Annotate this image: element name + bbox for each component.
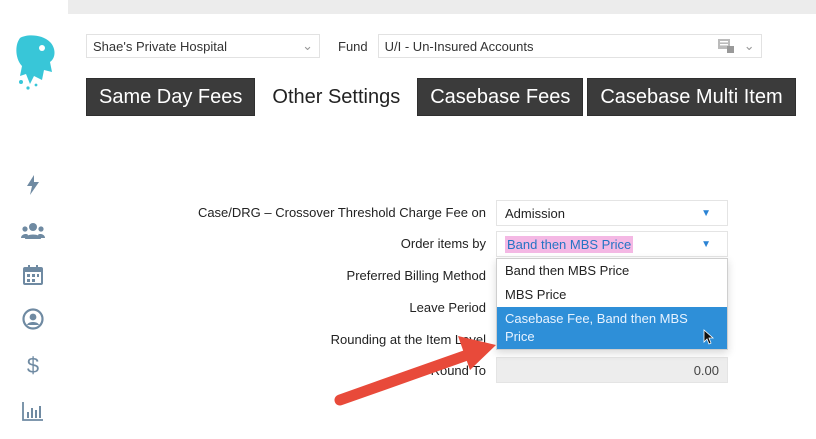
dropdown-option-band-then-mbs[interactable]: Band then MBS Price (497, 259, 727, 283)
crossover-select[interactable]: Admission ▼ (496, 200, 728, 226)
lightning-icon[interactable] (20, 172, 46, 198)
dollar-icon[interactable]: $ (20, 352, 46, 378)
dropdown-option-casebase-fee[interactable]: Casebase Fee, Band then MBS Price (497, 307, 727, 349)
svg-text:$: $ (27, 353, 39, 377)
crossover-label: Case/DRG – Crossover Threshold Charge Fe… (197, 205, 486, 220)
caret-down-icon: ▼ (701, 239, 711, 250)
hospital-select-value: Shae's Private Hospital (93, 38, 227, 54)
logo-icon (16, 35, 55, 90)
top-filter-bar: Shae's Private Hospital ⌄ Fund U/I - Un-… (86, 34, 762, 58)
fund-select[interactable]: U/I - Un-Insured Accounts ⌄ (377, 34, 762, 58)
order-items-value: Band then MBS Price (505, 235, 634, 253)
leave-period-label: Leave Period (409, 300, 486, 315)
calendar-icon[interactable] (20, 262, 46, 288)
settings-tabs: Same Day Fees Other Settings Casebase Fe… (86, 78, 800, 116)
order-items-dropdown: Band then MBS Price MBS Price Casebase F… (496, 258, 728, 350)
rounding-label: Rounding at the Item Level (330, 332, 486, 347)
crossover-value: Admission (505, 205, 565, 221)
order-items-select[interactable]: Band then MBS Price ▼ (496, 231, 728, 257)
fund-select-value: U/I - Un-Insured Accounts (384, 38, 534, 54)
tab-same-day-fees[interactable]: Same Day Fees (86, 78, 256, 116)
hospital-select[interactable]: Shae's Private Hospital ⌄ (86, 34, 320, 58)
user-circle-icon[interactable] (20, 306, 46, 332)
dropdown-option-mbs-price[interactable]: MBS Price (497, 283, 727, 307)
main-panel: Shae's Private Hospital ⌄ Fund U/I - Un-… (68, 14, 816, 439)
tab-casebase-fees[interactable]: Casebase Fees (417, 78, 584, 116)
round-to-field[interactable]: 0.00 (496, 357, 728, 383)
caret-down-icon: ▼ (701, 208, 711, 219)
chevron-down-icon: ⌄ (743, 38, 755, 53)
mouse-cursor-icon (703, 329, 715, 345)
tab-other-settings[interactable]: Other Settings (259, 78, 414, 116)
order-items-label: Order items by (400, 236, 486, 251)
sidebar: $ (0, 0, 68, 439)
dropdown-option-casebase-fee-label: Casebase Fee, Band then MBS Price (505, 311, 688, 344)
tab-casebase-multi-item[interactable]: Casebase Multi Item (587, 78, 796, 116)
round-to-value: 0.00 (693, 362, 719, 378)
fund-label: Fund (338, 38, 368, 54)
chevron-down-icon: ⌄ (302, 38, 313, 53)
billing-method-label: Preferred Billing Method (346, 268, 486, 283)
round-to-label: Round To (430, 363, 486, 378)
bar-chart-icon[interactable] (20, 398, 46, 424)
users-icon[interactable] (20, 218, 46, 244)
document-list-icon[interactable] (717, 38, 735, 54)
